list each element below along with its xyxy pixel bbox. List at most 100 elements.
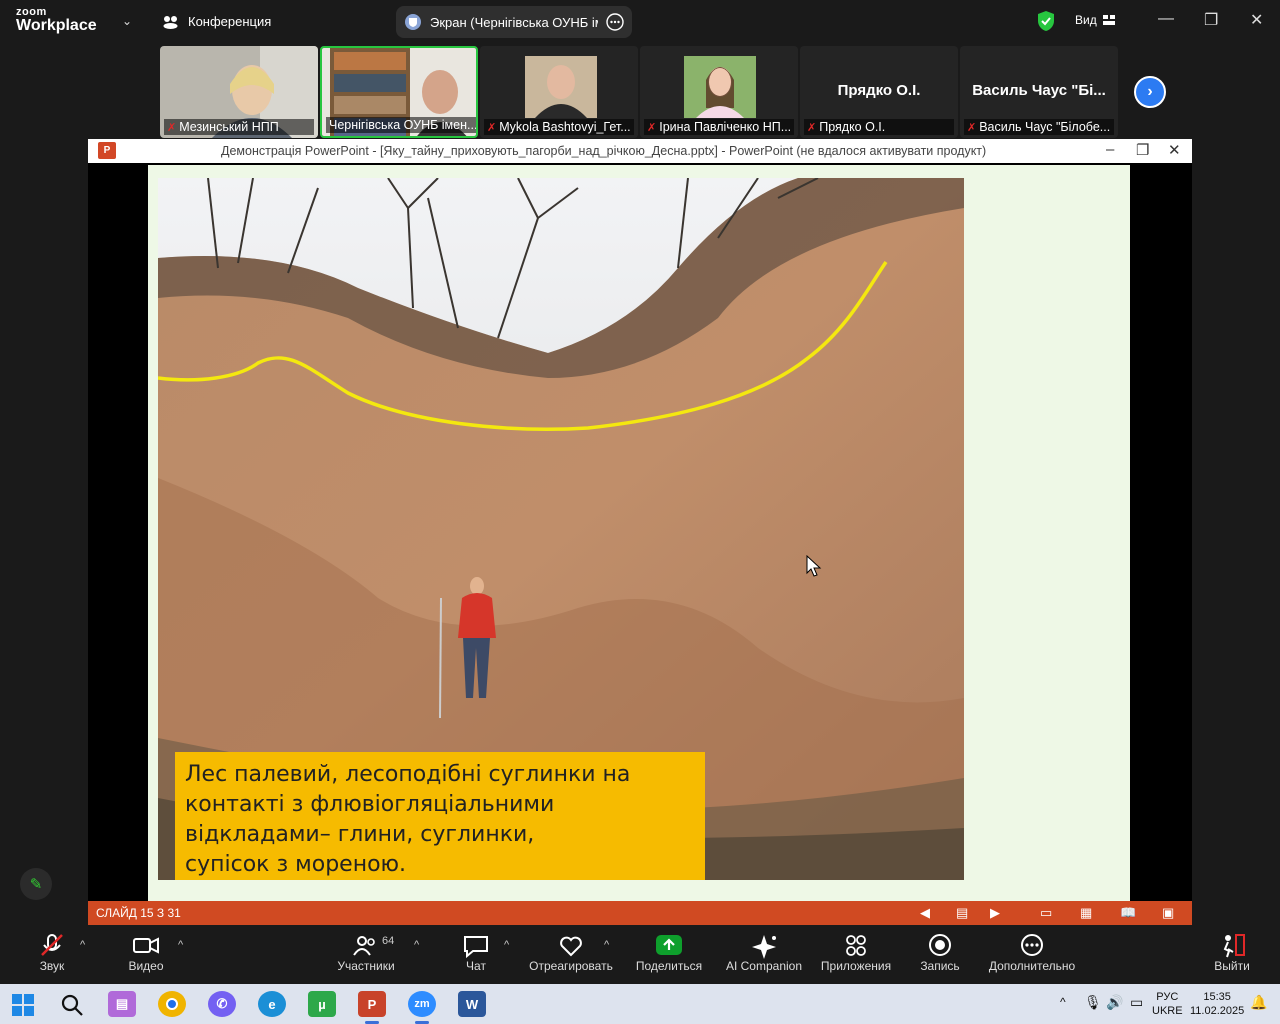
- participant-tile[interactable]: ✗ Mykola Bashtovyi_Гет...: [480, 46, 638, 138]
- apps-label: Приложения: [820, 959, 892, 973]
- screen-share-label: Экран (Чернігівська ОУНБ імен: [430, 14, 598, 30]
- audio-options-caret[interactable]: ^: [80, 939, 85, 951]
- viber-icon[interactable]: ✆: [208, 991, 236, 1017]
- slide-counter: СЛАЙД 15 З 31: [96, 906, 181, 920]
- sparkle-icon: [752, 935, 776, 959]
- caption-line: супісок з мореною.: [185, 852, 407, 877]
- slideshow-icon[interactable]: ▣: [1162, 905, 1174, 921]
- record-label: Запись: [920, 959, 960, 973]
- video-label: Видео: [128, 959, 164, 973]
- volume-icon[interactable]: 🔊: [1106, 994, 1123, 1011]
- next-page-button[interactable]: ›: [1134, 76, 1166, 108]
- mouse-cursor-icon: [806, 555, 822, 577]
- powerpoint-taskbar-icon[interactable]: P: [358, 991, 386, 1017]
- close-icon[interactable]: ✕: [1168, 141, 1181, 159]
- chrome-icon[interactable]: [158, 991, 186, 1017]
- video-options-caret[interactable]: ^: [178, 939, 183, 951]
- participant-name-label: ✗ Ірина Павліченко НП...: [644, 119, 794, 135]
- leave-icon: [1223, 934, 1245, 958]
- audio-button[interactable]: Звук: [30, 933, 74, 973]
- apps-icon: [846, 935, 866, 956]
- clock-date: 11.02.2025: [1190, 1005, 1245, 1017]
- participants-options-caret[interactable]: ^: [414, 939, 419, 951]
- react-button[interactable]: Отреагировать: [526, 933, 616, 973]
- share-screen-icon: [656, 935, 682, 955]
- view-button[interactable]: Вид: [1075, 13, 1115, 27]
- participant-tile[interactable]: ✗ Ірина Павліченко НП...: [640, 46, 798, 138]
- participant-name-label: ✗ Мезинський НПП: [164, 119, 314, 135]
- files-app-icon[interactable]: ▤: [108, 991, 136, 1017]
- language-indicator[interactable]: РУС UKRE: [1152, 990, 1183, 1018]
- restore-icon[interactable]: ❐: [1136, 141, 1149, 159]
- participant-tile[interactable]: Василь Чаус "Бі... ✗ Василь Чаус "Білобе.…: [960, 46, 1118, 138]
- react-options-caret[interactable]: ^: [604, 939, 609, 951]
- zoom-logo[interactable]: zoom Workplace: [16, 7, 97, 34]
- powerpoint-status-bar: СЛАЙД 15 З 31 ◀ ▤ ▶ ▭ ▦ 📖 ▣: [88, 901, 1192, 925]
- mic-muted-icon: ✗: [487, 121, 497, 134]
- clock-time: 15:35: [1203, 991, 1231, 1003]
- participant-gallery: ✗ Мезинський НПП Чернігівська ОУНБ імен..…: [160, 46, 1120, 138]
- leave-button[interactable]: Выйти: [1210, 933, 1254, 973]
- slide-menu-icon[interactable]: ▤: [956, 905, 968, 921]
- share-button[interactable]: Поделиться: [632, 933, 706, 973]
- participant-tile[interactable]: ✗ Мезинський НПП: [160, 46, 318, 138]
- more-button[interactable]: Дополнительно: [986, 933, 1078, 973]
- slide-sorter-icon[interactable]: ▦: [1080, 905, 1092, 921]
- utorrent-icon[interactable]: µ: [308, 991, 336, 1017]
- participants-count: 64: [382, 935, 395, 947]
- microphone-tray-icon[interactable]: 🎙: [1084, 994, 1102, 1011]
- caption-line: відкладами– глини, суглинки,: [185, 822, 535, 847]
- windows-start-icon[interactable]: [12, 994, 34, 1016]
- chat-label: Чат: [466, 959, 486, 973]
- annotate-pencil-button[interactable]: ✎: [20, 868, 52, 900]
- reading-view-icon[interactable]: 📖: [1120, 905, 1136, 921]
- caption-line: Лес палевий, лесоподібні суглинки на: [185, 762, 631, 787]
- restore-icon[interactable]: ❐: [1204, 10, 1218, 30]
- powerpoint-title: Демонстрація PowerPoint - [Яку_тайну_при…: [221, 144, 987, 158]
- conference-button[interactable]: Конференция: [162, 14, 271, 29]
- next-slide-icon[interactable]: ▶: [990, 905, 1000, 921]
- minimize-icon[interactable]: —: [1158, 10, 1174, 28]
- zoom-top-bar: zoom Workplace ⌄ Конференция Экран (Черн…: [0, 0, 1280, 44]
- tray-overflow-icon[interactable]: ^: [1060, 995, 1066, 1009]
- video-button[interactable]: Видео: [122, 933, 170, 973]
- notification-bell-icon[interactable]: 🔔: [1250, 994, 1267, 1011]
- network-icon[interactable]: ▭: [1130, 994, 1143, 1011]
- security-shield-icon[interactable]: [1036, 10, 1056, 32]
- word-taskbar-icon[interactable]: W: [458, 991, 486, 1017]
- edge-icon[interactable]: e: [258, 991, 286, 1017]
- chat-button[interactable]: Чат: [456, 933, 496, 973]
- more-label: Дополнительно: [988, 959, 1076, 973]
- chat-icon: [464, 936, 488, 959]
- powerpoint-title-bar: P Демонстрація PowerPoint - [Яку_тайну_п…: [88, 139, 1192, 163]
- close-icon[interactable]: ✕: [1250, 10, 1263, 30]
- apps-button[interactable]: Приложения: [816, 933, 896, 973]
- previous-slide-icon[interactable]: ◀: [920, 905, 930, 921]
- audio-label: Звук: [39, 959, 65, 973]
- participant-name-label: ✗ Mykola Bashtovyi_Гет...: [484, 119, 634, 135]
- zoom-taskbar-icon[interactable]: zm: [408, 991, 436, 1017]
- minimize-icon[interactable]: –: [1106, 141, 1114, 158]
- participant-name-label: ✗ Василь Чаус "Білобе...: [964, 119, 1114, 135]
- participant-tile-active[interactable]: Чернігівська ОУНБ імен...: [320, 46, 478, 138]
- participants-label: Участники: [337, 959, 395, 973]
- record-button[interactable]: Запись: [914, 933, 966, 973]
- screen-share-pill[interactable]: Экран (Чернігівська ОУНБ імен: [396, 6, 632, 38]
- ai-companion-button[interactable]: AI Companion: [722, 933, 806, 973]
- powerpoint-window: P Демонстрація PowerPoint - [Яку_тайну_п…: [88, 139, 1192, 925]
- mic-muted-icon: ✗: [647, 121, 657, 134]
- more-options-icon[interactable]: [606, 13, 624, 31]
- slide: Лес палевий, лесоподібні суглинки на кон…: [148, 165, 1130, 901]
- chat-options-caret[interactable]: ^: [504, 939, 509, 951]
- meeting-toolbar: Звук ^ Видео ^ Участники 64 ^ Чат ^ Отре…: [0, 925, 1280, 984]
- brand-bottom: Workplace: [16, 17, 97, 34]
- record-icon: [929, 934, 951, 956]
- clock[interactable]: 15:35 11.02.2025: [1190, 990, 1244, 1018]
- slide-caption: Лес палевий, лесоподібні суглинки на кон…: [175, 752, 705, 880]
- camera-icon: [133, 937, 159, 954]
- participant-tile[interactable]: Прядко О.І. ✗ Прядко О.І.: [800, 46, 958, 138]
- search-icon[interactable]: [60, 993, 84, 1017]
- chevron-down-icon[interactable]: ⌄: [122, 14, 132, 28]
- ai-companion-label: AI Companion: [725, 959, 803, 973]
- normal-view-icon[interactable]: ▭: [1040, 905, 1052, 921]
